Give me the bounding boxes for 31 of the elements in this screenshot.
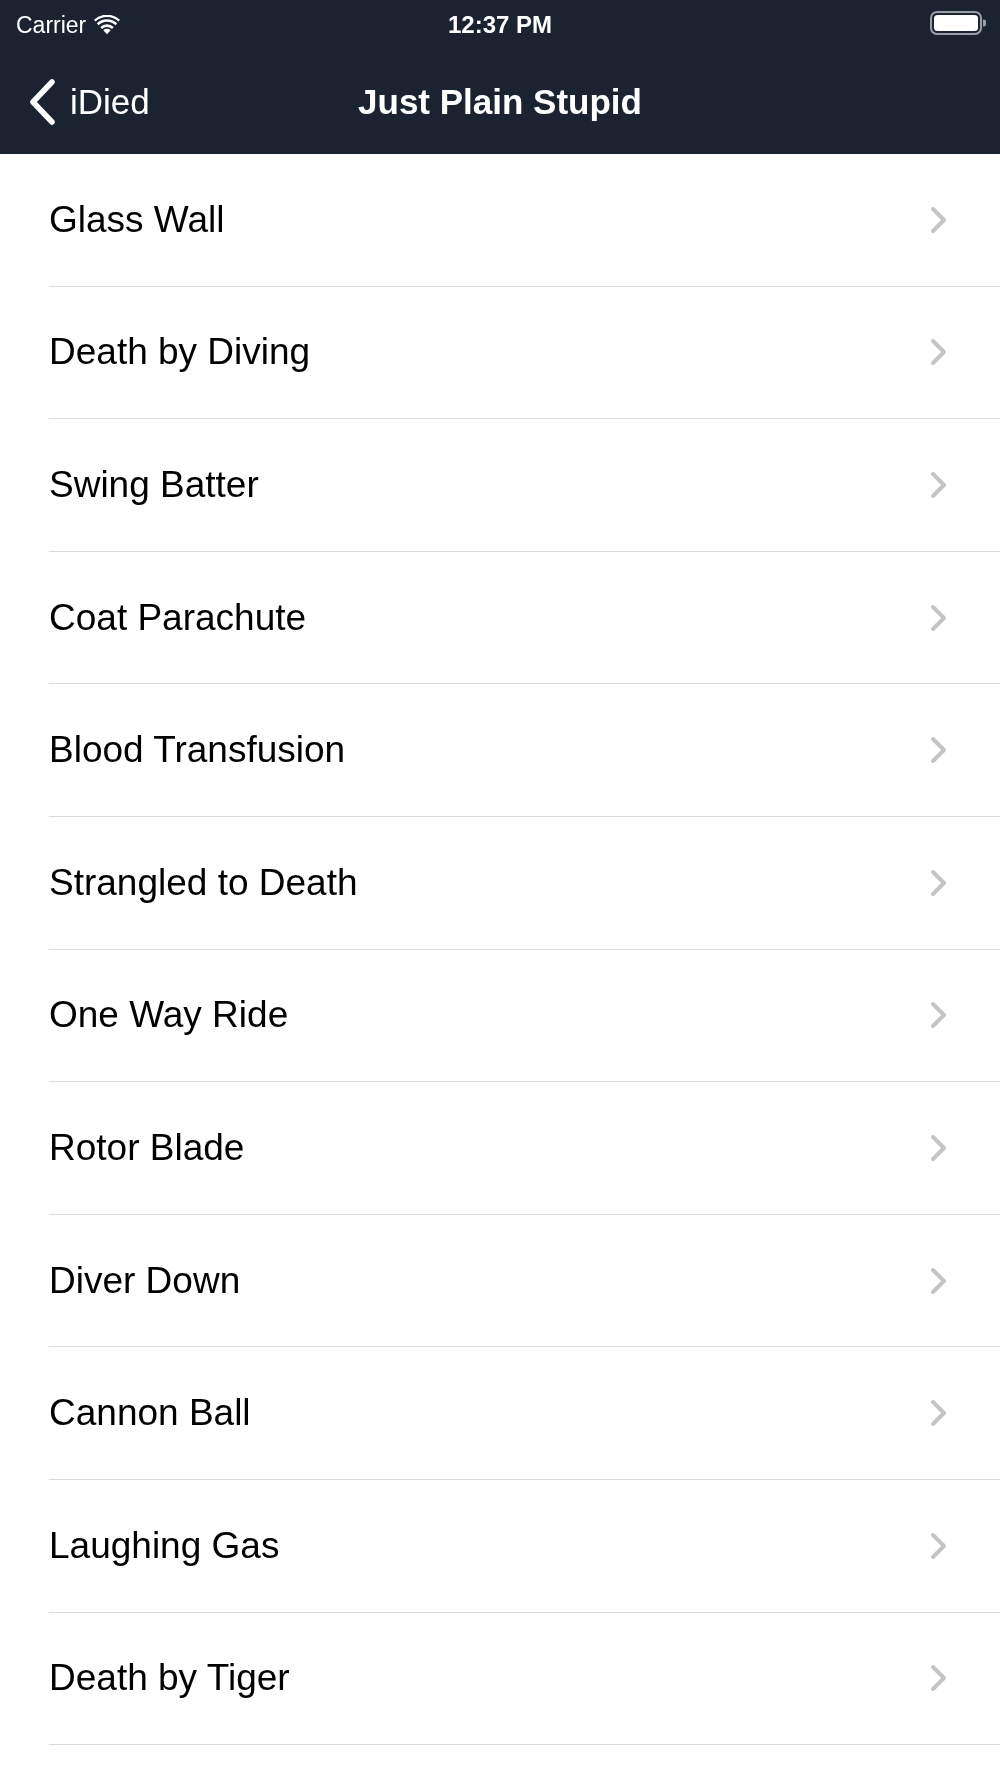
list-row[interactable]: Strangled to Death [49, 816, 1000, 950]
list-row[interactable]: Rotor Blade [49, 1082, 1000, 1215]
nav-title: Just Plain Stupid [358, 82, 642, 122]
chevron-right-icon [930, 1531, 947, 1560]
chevron-right-icon [930, 603, 947, 632]
chevron-right-icon [930, 1133, 947, 1162]
list-row[interactable]: Glass Wall [49, 154, 1000, 287]
carrier-name: Carrier [16, 11, 87, 39]
list-row[interactable]: Cannon Ball [49, 1347, 1000, 1480]
chevron-right-icon [930, 1266, 947, 1295]
list-row[interactable]: Swing Batter [49, 419, 1000, 552]
chevron-right-icon [930, 1664, 947, 1693]
list-row[interactable]: Coat Parachute [49, 551, 1000, 685]
wifi-icon [94, 15, 121, 35]
list-row[interactable]: Death by Tiger [49, 1612, 1000, 1746]
chevron-right-icon [930, 338, 947, 367]
list-row[interactable]: Death by Diving [49, 286, 1000, 420]
battery-icon [930, 11, 986, 35]
status-time: 12:37 PM [447, 11, 553, 39]
list-row[interactable]: Blood Transfusion [49, 684, 1000, 817]
chevron-right-icon [930, 1399, 947, 1428]
back-button[interactable]: iDied [0, 70, 150, 134]
chevron-right-icon [930, 868, 947, 897]
chevron-left-icon [28, 79, 56, 125]
chevron-right-icon [930, 1001, 947, 1030]
list-row[interactable]: One Way Ride [49, 949, 1000, 1083]
chevron-right-icon [930, 205, 947, 234]
chevron-right-icon [930, 736, 947, 765]
list-row[interactable]: Laughing Gas [49, 1479, 1000, 1613]
list-row[interactable]: Diver Down [49, 1214, 1000, 1348]
chevron-right-icon [930, 471, 947, 499]
